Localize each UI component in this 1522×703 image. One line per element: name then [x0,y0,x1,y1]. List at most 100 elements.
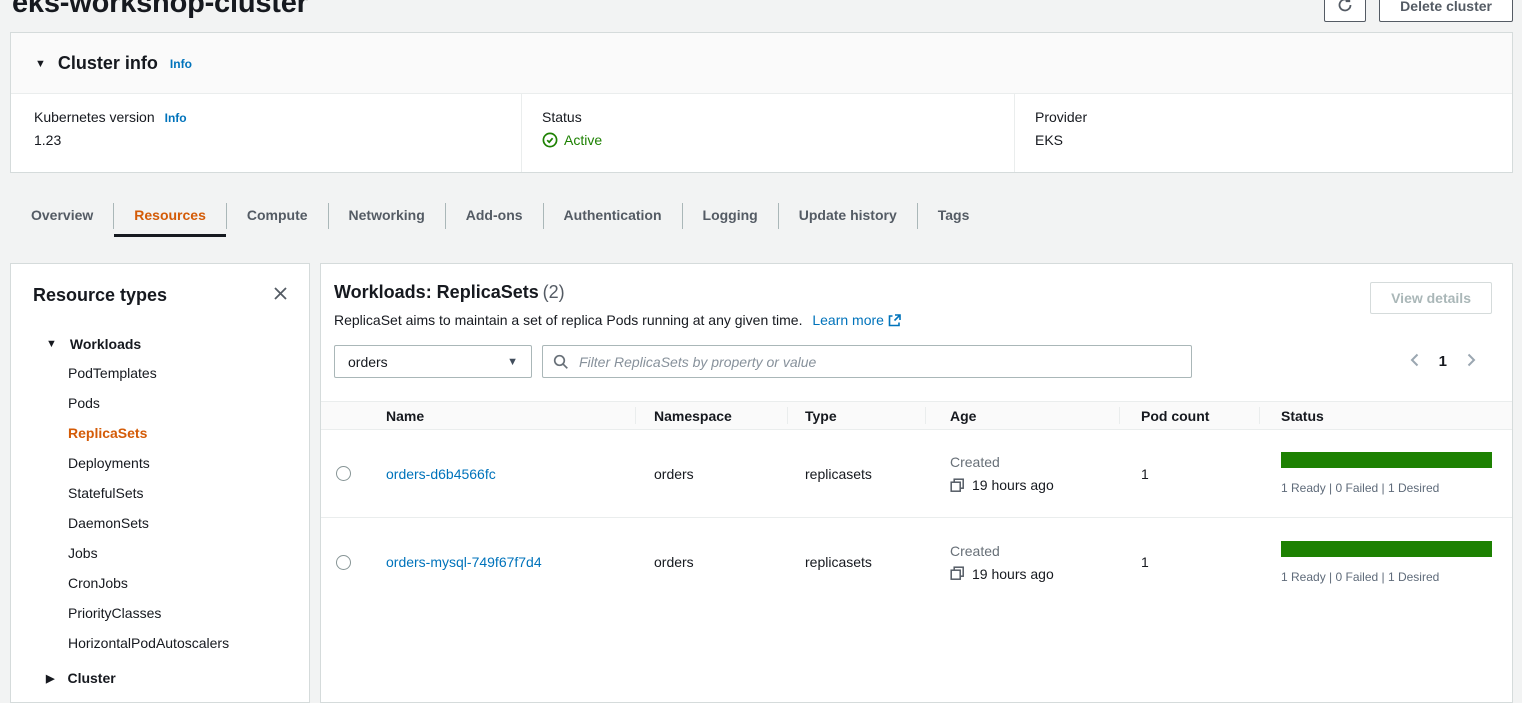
type-cell: replicasets [787,466,925,482]
chevron-down-icon: ▼ [46,338,57,350]
table-row: orders-d6b4566fc orders replicasets Crea… [321,430,1512,518]
namespace-cell: orders [635,466,787,482]
tree-group-label: Cluster [67,670,115,686]
chevron-down-icon: ▼ [35,58,46,70]
column-header-pod-count: Pod count [1119,402,1259,429]
tab-resources[interactable]: Resources [114,195,226,236]
tab-update-history[interactable]: Update history [779,195,917,236]
status-bar [1281,541,1492,557]
panel-description: ReplicaSet aims to maintain a set of rep… [334,312,802,328]
tab-overview[interactable]: Overview [11,195,113,236]
status-bar [1281,452,1492,468]
column-header-status: Status [1259,402,1512,429]
age-cell: Created 19 hours ago [925,543,1119,582]
status-label: Status [542,109,582,125]
sidebar-item-jobs[interactable]: Jobs [11,538,309,568]
kubernetes-version-label: Kubernetes version [34,109,155,125]
kubernetes-version-value: 1.23 [34,132,501,148]
page-header: eks-workshop-cluster Delete cluster [0,0,1522,22]
provider-field: Provider EKS [1014,94,1512,172]
tab-networking[interactable]: Networking [329,195,445,236]
search-input[interactable] [577,353,1181,371]
replicaset-name-link[interactable]: orders-d6b4566fc [386,466,496,482]
item-count: (2) [543,282,565,302]
sidebar-item-horizontalpodautoscalers[interactable]: HorizontalPodAutoscalers [11,628,309,658]
status-value: Active [564,132,602,148]
sidebar-item-daemonsets[interactable]: DaemonSets [11,508,309,538]
pod-count-cell: 1 [1119,554,1259,570]
row-select-radio[interactable] [336,555,351,570]
close-icon [272,285,289,305]
next-page-button[interactable] [1462,350,1480,373]
sidebar-item-deployments[interactable]: Deployments [11,448,309,478]
namespace-filter-dropdown[interactable]: orders ▼ [334,345,532,378]
content-area: Resource types ▼ Workloads PodTemplates … [10,263,1513,703]
cluster-info-panel: ▼ Cluster info Info Kubernetes version I… [10,32,1513,173]
resource-tree: ▼ Workloads PodTemplates Pods ReplicaSet… [11,336,309,686]
sidebar-item-podtemplates[interactable]: PodTemplates [11,358,309,388]
learn-more-link[interactable]: Learn more [812,312,901,328]
sidebar-item-pods[interactable]: Pods [11,388,309,418]
column-header-age: Age [925,402,1119,429]
kubernetes-version-info-link[interactable]: Info [165,111,187,125]
table-row: orders-mysql-749f67f7d4 orders replicase… [321,518,1512,606]
namespace-cell: orders [635,554,787,570]
cluster-info-info-link[interactable]: Info [170,57,192,71]
cluster-info-header[interactable]: ▼ Cluster info Info [11,33,1512,94]
search-icon [553,354,569,370]
column-header-name: Name [376,402,635,429]
copy-icon[interactable] [950,566,965,581]
close-sidebar-button[interactable] [270,283,291,307]
view-details-button[interactable]: View details [1370,282,1492,314]
caret-down-icon: ▼ [507,356,518,368]
status-text: 1 Ready | 0 Failed | 1 Desired [1281,481,1492,495]
tab-logging[interactable]: Logging [683,195,778,236]
chevron-right-icon: ▶ [46,672,54,685]
status-cell: 1 Ready | 0 Failed | 1 Desired [1259,541,1512,584]
provider-label: Provider [1035,109,1087,125]
tree-group-cluster[interactable]: ▶ Cluster [11,670,309,686]
sidebar-item-priorityclasses[interactable]: PriorityClasses [11,598,309,628]
type-cell: replicasets [787,554,925,570]
tab-add-ons[interactable]: Add-ons [446,195,543,236]
tab-bar: Overview Resources Compute Networking Ad… [11,195,1522,236]
pagination: 1 [1406,350,1492,373]
panel-title: Workloads: ReplicaSets [334,282,539,302]
age-cell: Created 19 hours ago [925,454,1119,493]
status-text: 1 Ready | 0 Failed | 1 Desired [1281,570,1492,584]
tree-group-label: Workloads [70,336,141,352]
current-page[interactable]: 1 [1439,353,1447,370]
replicaset-name-link[interactable]: orders-mysql-749f67f7d4 [386,554,542,570]
status-cell: 1 Ready | 0 Failed | 1 Desired [1259,452,1512,495]
provider-value: EKS [1035,132,1492,148]
external-link-icon [888,314,901,330]
sidebar-title: Resource types [33,285,167,306]
kubernetes-version-field: Kubernetes version Info 1.23 [11,94,521,172]
pod-count-cell: 1 [1119,466,1259,482]
row-select-radio[interactable] [336,466,351,481]
column-header-namespace: Namespace [635,402,787,429]
cluster-info-title: Cluster info [58,53,158,74]
check-circle-icon [542,132,558,148]
sidebar-item-statefulsets[interactable]: StatefulSets [11,478,309,508]
refresh-button[interactable] [1324,0,1366,22]
copy-icon[interactable] [950,478,965,493]
tab-authentication[interactable]: Authentication [544,195,682,236]
column-header-type: Type [787,402,925,429]
sidebar-item-cronjobs[interactable]: CronJobs [11,568,309,598]
header-actions: Delete cluster [1324,0,1513,22]
resource-types-sidebar: Resource types ▼ Workloads PodTemplates … [10,263,310,703]
delete-cluster-button[interactable]: Delete cluster [1379,0,1513,22]
dropdown-selected-value: orders [348,354,388,370]
replicasets-panel: Workloads: ReplicaSets (2) ReplicaSet ai… [320,263,1513,703]
cluster-info-body: Kubernetes version Info 1.23 Status Acti… [11,94,1512,172]
page-title: eks-workshop-cluster [12,0,308,18]
sidebar-item-replicasets[interactable]: ReplicaSets [11,418,309,448]
status-field: Status Active [521,94,1014,172]
tab-compute[interactable]: Compute [227,195,328,236]
tab-tags[interactable]: Tags [918,195,990,236]
tree-group-workloads[interactable]: ▼ Workloads [11,336,309,358]
chevron-left-icon [1408,352,1422,371]
search-box [542,345,1192,378]
previous-page-button[interactable] [1406,350,1424,373]
